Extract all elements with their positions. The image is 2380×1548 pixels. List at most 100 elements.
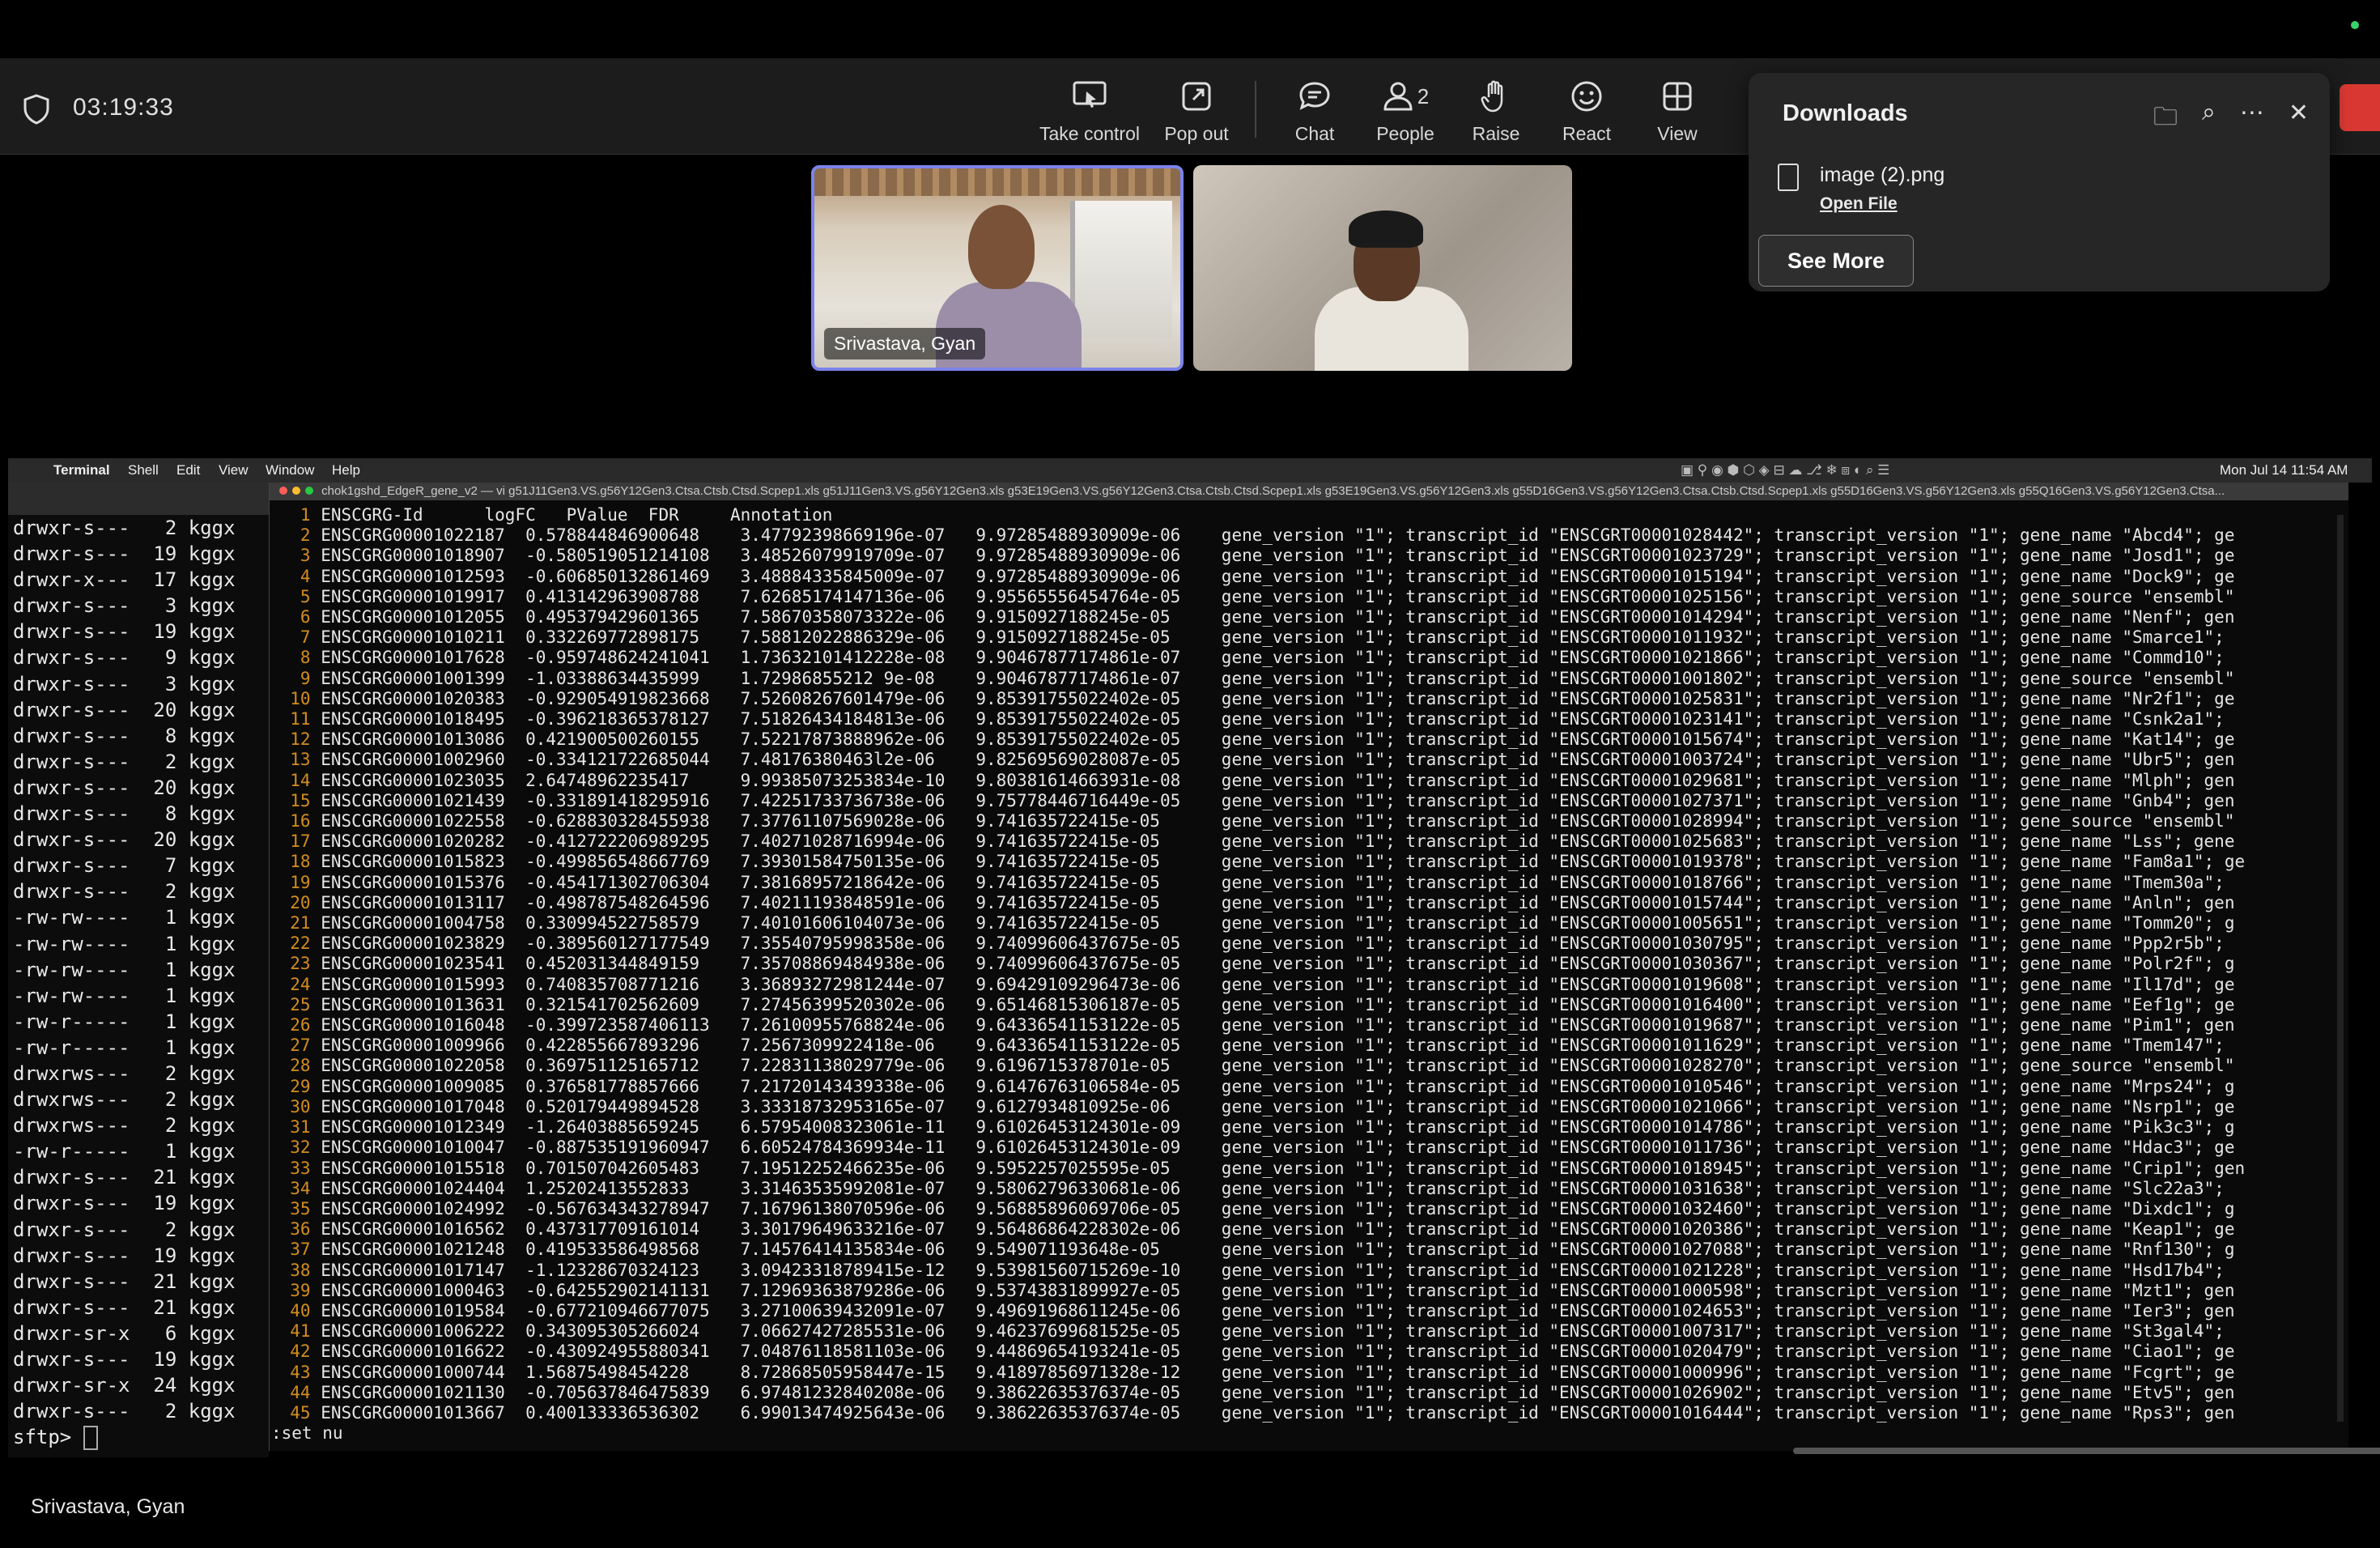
room-ceiling — [814, 168, 1180, 196]
line-number: 40 — [270, 1300, 321, 1320]
vim-line: 10 ENSCGRG00001020383 -0.929054919823668… — [270, 689, 2348, 709]
vim-line: 2 ENSCGRG00001022187 0.578844846900648 3… — [270, 525, 2348, 546]
line-text: ENSCGRG00001018907 -0.580519051214108 3.… — [321, 546, 2235, 566]
line-text: ENSCGRG-Id logFC PValue FDR Annotation — [321, 505, 833, 525]
menu-shell[interactable]: Shell — [128, 462, 159, 478]
line-text: ENSCGRG00001016048 -0.399723587406113 7.… — [321, 1015, 2235, 1036]
horizontal-scrollbar[interactable] — [1793, 1448, 2380, 1454]
open-file-link[interactable]: Open File — [1820, 194, 1898, 214]
line-text: ENSCGRG00001019917 0.413142963908788 7.6… — [321, 586, 2235, 606]
listing-line: drwxr-s--- 19 kggx — [13, 1244, 236, 1267]
line-text: ENSCGRG00001001399 -1.03388634435999 1.7… — [321, 668, 2235, 688]
vim-line: 37 ENSCGRG00001021248 0.419533586498568 … — [270, 1240, 2348, 1260]
minimize-window-icon[interactable] — [292, 487, 300, 495]
vim-line: 3 ENSCGRG00001018907 -0.580519051214108 … — [270, 546, 2348, 566]
directory-listing: drwxr-s--- 2 kggx drwxr-s--- 19 kggx drwxr… — [8, 515, 269, 1424]
menu-terminal[interactable]: Terminal — [53, 462, 110, 478]
downloads-actions: 🗀 ⌕ ⋯ ✕ — [2153, 99, 2309, 140]
vim-window[interactable]: chok1gshd_EdgeR_gene_v2 — vi g51J11Gen3.… — [269, 483, 2380, 1454]
line-number: 42 — [270, 1342, 321, 1362]
vim-line: 44 ENSCGRG00001021130 -0.705637846475839… — [270, 1383, 2348, 1403]
vim-titlebar: chok1gshd_EdgeR_gene_v2 — vi g51J11Gen3.… — [270, 483, 2348, 500]
see-more-button[interactable]: See More — [1758, 235, 1914, 287]
vim-line: 31 ENSCGRG00001012349 -1.26403885659245 … — [270, 1117, 2348, 1138]
vim-line: 25 ENSCGRG00001013631 0.321541702562609 … — [270, 995, 2348, 1015]
line-number: 12 — [270, 729, 321, 750]
vim-line: 26 ENSCGRG00001016048 -0.399723587406113… — [270, 1015, 2348, 1036]
listing-line: drwxr-s--- 21 kggx — [13, 1295, 236, 1319]
line-number: 10 — [270, 688, 321, 708]
vim-line: 28 ENSCGRG00001022058 0.369751125165712 … — [270, 1056, 2348, 1076]
listing-line: drwxrws--- 2 kggx — [13, 1061, 236, 1085]
pop-out-button[interactable]: Pop out — [1140, 76, 1253, 145]
pop-out-icon — [1140, 76, 1253, 117]
line-text: ENSCGRG00001021130 -0.705637846475839 6.… — [321, 1382, 2235, 1402]
menubar-clock: Mon Jul 14 11:54 AM — [2220, 462, 2348, 478]
zoom-window-icon[interactable] — [305, 487, 313, 495]
line-number: 20 — [270, 892, 321, 912]
menu-help[interactable]: Help — [332, 462, 360, 478]
line-number: 13 — [270, 750, 321, 770]
listing-line: drwxr-s--- 8 kggx — [13, 724, 236, 747]
video-tile-presenter[interactable]: Srivastava, Gyan — [811, 165, 1184, 371]
line-text: ENSCGRG00001016562 0.437317709161014 3.3… — [321, 1219, 2235, 1240]
vim-line: 23 ENSCGRG00001023541 0.452031344849159 … — [270, 954, 2348, 974]
terminal-left-pane[interactable]: drwxr-s--- 2 kggx drwxr-s--- 19 kggx drwxr… — [8, 483, 269, 1457]
people-count-badge: 2 — [1417, 83, 1430, 108]
download-file-name[interactable]: image (2).png — [1820, 164, 1944, 187]
line-text: ENSCGRG00001017048 0.520179449894528 3.3… — [321, 1096, 2235, 1116]
menu-view[interactable]: View — [219, 462, 249, 478]
line-text: ENSCGRG00001006222 0.343095305266024 7.0… — [321, 1321, 2225, 1342]
view-button[interactable]: View — [1621, 76, 1734, 145]
view-icon — [1621, 76, 1734, 117]
vertical-scrollbar[interactable] — [2337, 515, 2344, 1422]
vim-buffer[interactable]: 1 ENSCGRG-Id logFC PValue FDR Annotation… — [270, 500, 2348, 1423]
vim-line: 6 ENSCGRG00001012055 0.495379429601365 7… — [270, 607, 2348, 627]
vim-line: 27 ENSCGRG00001009966 0.422855667893296 … — [270, 1036, 2348, 1056]
vim-line: 5 ENSCGRG00001019917 0.413142963908788 7… — [270, 587, 2348, 607]
status-dot — [2351, 21, 2359, 29]
more-icon[interactable]: ⋯ — [2240, 99, 2264, 140]
line-text: ENSCGRG00001020383 -0.929054919823668 7.… — [321, 688, 2235, 708]
folder-icon[interactable]: 🗀 — [2153, 99, 2178, 140]
listing-line: -rw-r----- 1 kggx — [13, 1140, 236, 1163]
listing-line: -rw-rw---- 1 kggx — [13, 906, 236, 929]
line-number: 23 — [270, 954, 321, 974]
vim-command-line[interactable]: :set nu — [271, 1423, 343, 1443]
listing-line: drwxrws--- 2 kggx — [13, 1088, 236, 1112]
line-number: 45 — [270, 1402, 321, 1423]
search-icon[interactable]: ⌕ — [2202, 99, 2216, 140]
line-text: ENSCGRG00001018495 -0.396218365378127 7.… — [321, 709, 2225, 729]
vim-line: 8 ENSCGRG00001017628 -0.959748624241041 … — [270, 648, 2348, 668]
line-text: ENSCGRG00001024404 1.25202413552833 3.31… — [321, 1178, 2225, 1198]
menu-edit[interactable]: Edit — [176, 462, 200, 478]
line-text: ENSCGRG00001022558 -0.628830328455938 7.… — [321, 811, 2235, 831]
take-control-button[interactable]: Take control — [1033, 76, 1146, 145]
leave-button[interactable] — [2340, 84, 2380, 131]
line-text: ENSCGRG00001017147 -1.12328670324123 3.0… — [321, 1260, 2225, 1280]
vim-line: 9 ENSCGRG00001001399 -1.03388634435999 1… — [270, 669, 2348, 689]
line-text: ENSCGRG00001000744 1.56875498454228 8.72… — [321, 1362, 2235, 1382]
line-text: ENSCGRG00001012593 -0.606850132861469 3.… — [321, 566, 2235, 586]
menu-window[interactable]: Window — [266, 462, 314, 478]
line-number: 30 — [270, 1096, 321, 1116]
line-number: 41 — [270, 1321, 321, 1342]
vim-line: 17 ENSCGRG00001020282 -0.412722206989295… — [270, 831, 2348, 852]
downloads-title: Downloads — [1783, 100, 1908, 126]
vim-line: 12 ENSCGRG00001013086 0.421900500260155 … — [270, 729, 2348, 750]
meeting-timer: 03:19:33 — [73, 94, 174, 121]
listing-line: drwxr-s--- 2 kggx — [13, 750, 236, 773]
listing-line: drwxr-s--- 19 kggx — [13, 1348, 236, 1371]
listing-line: drwxr-s--- 19 kggx — [13, 542, 236, 566]
listing-line: -rw-rw---- 1 kggx — [13, 932, 236, 955]
sftp-prompt-line[interactable]: sftp> — [8, 1424, 269, 1451]
close-icon[interactable]: ✕ — [2289, 99, 2309, 140]
close-window-icon[interactable] — [279, 487, 287, 495]
vim-line: 40 ENSCGRG00001019584 -0.677210946677075… — [270, 1301, 2348, 1321]
line-number: 38 — [270, 1260, 321, 1280]
menubar-status-icons[interactable]: ▣ ⚲ ◉ ⬢ ⬡ ◈ ⊟ ☁ ⎇ ❄ ⧈ ◐ ⌕ ☰ — [1681, 462, 1889, 478]
video-tile-self[interactable] — [1193, 165, 1572, 371]
listing-line: drwxr-s--- 3 kggx — [13, 672, 236, 695]
listing-line: drwxr-s--- 2 kggx — [13, 880, 236, 904]
listing-line: -rw-rw---- 1 kggx — [13, 984, 236, 1007]
